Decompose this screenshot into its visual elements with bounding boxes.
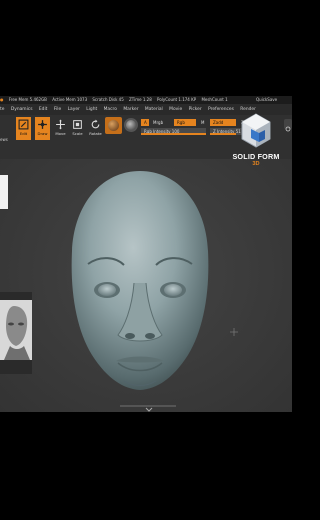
rgb-label: Rgb [177,120,185,125]
rgb-intensity-slider[interactable]: Rgb Intensity 100 [141,128,206,135]
reference-image-thumbnail [0,292,32,374]
edit-icon [18,119,29,130]
m-label: M [201,120,205,125]
draw-icon [38,120,47,129]
menu-item-te[interactable]: te [0,107,4,112]
status-polycount: PolyCount 1.174 KP [157,97,197,102]
zadd-label: Zadd [213,120,224,125]
tool-toggle-icon [285,126,291,132]
rgb-toggle[interactable]: Rgb [174,119,196,126]
texture-button[interactable] [124,118,138,132]
left-panel [0,175,8,209]
menu-item-macro[interactable]: Macro [104,107,117,112]
draw-label: Draw [37,131,48,136]
status-ztime: ZTime 1.28 [129,97,152,102]
tool-toggle-button[interactable] [284,119,292,132]
mrgb-toggle[interactable]: Mrgb [150,119,172,126]
logo-title: SOLID FORM [232,152,280,161]
cube-logo-icon [241,113,271,148]
status-dot-icon: ● [0,97,4,102]
rotate-label: Rotate [89,131,102,136]
a-toggle-label: A [144,120,147,125]
canvas-viewport[interactable] [0,159,292,412]
menu-item-light[interactable]: Light [86,107,97,112]
m-toggle[interactable]: M [198,119,208,126]
material-button[interactable] [105,117,122,134]
quicksave-button[interactable]: QuickSave [256,96,277,104]
status-bar: ● Free Mem 5.462GB Active Mem 1073 Scrat… [0,96,292,104]
logo-subtitle: 3D [252,161,260,167]
draw-button[interactable]: Draw [35,117,50,140]
move-label: Move [55,131,66,136]
menu-item-marker[interactable]: Marker [123,107,138,112]
menu-item-picker[interactable]: Picker [189,107,202,112]
edit-button[interactable]: Edit [16,117,31,140]
move-button[interactable]: Move [53,117,68,140]
menu-item-file[interactable]: File [54,107,61,112]
scale-icon [73,120,82,129]
mrgb-label: Mrgb [153,120,164,125]
rotate-icon [91,119,100,129]
cursor-crosshair-icon [230,328,238,336]
menu-item-material[interactable]: Material [145,107,163,112]
status-meshcount: MeshCount 1 [201,97,228,102]
edit-label: Edit [19,131,28,136]
chevron-down-icon[interactable] [145,407,153,412]
material-sphere-icon [108,120,119,131]
scale-label: Scale [72,131,83,136]
rgb-intensity-fill [141,133,206,135]
menu-item-edit[interactable]: Edit [39,107,48,112]
move-icon [56,119,65,130]
scale-button[interactable]: Scale [70,117,85,140]
sculpted-face-model [71,171,209,390]
menu-item-movie[interactable]: Movie [169,107,182,112]
menu-item-dynamics[interactable]: Dynamics [11,107,33,112]
texture-swatch-icon [126,120,136,130]
solid-form-logo: SOLID FORM 3D [230,112,282,174]
status-active-mem: Active Mem 1073 [52,97,88,102]
status-free-mem: Free Mem 5.462GB [8,97,47,102]
toolbar-left-label: ews [0,137,8,142]
reference-portrait-image [0,300,32,360]
a-toggle[interactable]: A [141,119,149,126]
status-scratch-disk: Scratch Disk 45 [92,97,124,102]
menu-item-layer[interactable]: Layer [68,107,80,112]
rotate-button[interactable]: Rotate [88,117,103,140]
